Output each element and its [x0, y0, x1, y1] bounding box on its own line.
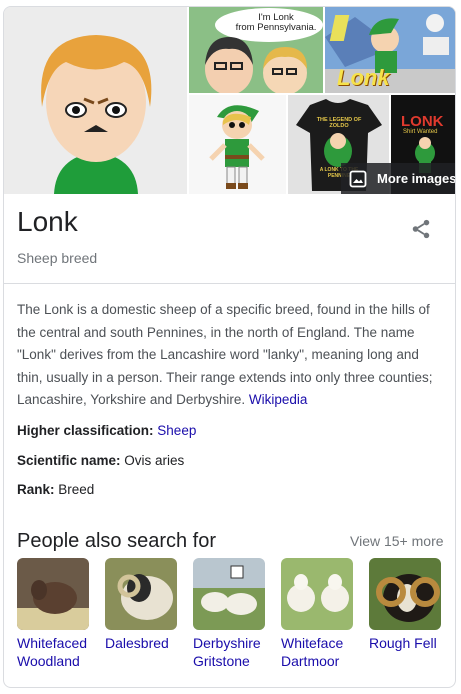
tshirt-text-top: THE LEGEND OF ZOLDO: [316, 117, 362, 129]
image-icon: [349, 170, 367, 187]
view-more-link[interactable]: View 15+ more: [350, 533, 444, 549]
comic-image[interactable]: I'm Lonk from Pennsylvania.: [189, 7, 323, 93]
entity-description: The Lonk is a domestic sheep of a specif…: [17, 299, 447, 412]
fact-value-link[interactable]: Sheep: [157, 423, 196, 438]
list-item-derbyshire-gritstone[interactable]: Derbyshire Gritstone: [193, 558, 267, 670]
label-line: Rough Fell: [369, 635, 437, 651]
share-icon[interactable]: [410, 218, 432, 240]
label-line: Dartmoor: [281, 653, 340, 669]
thumbnail-image: [369, 558, 441, 630]
fact-label: Higher classification:: [17, 423, 158, 438]
poster-subtitle: Shirt Wanted: [403, 129, 438, 135]
more-images-button[interactable]: More images: [341, 163, 456, 194]
fact-higher-classification: Higher classification: Sheep: [17, 423, 196, 438]
people-also-search-title: People also search for: [17, 530, 217, 552]
more-images-label: More images: [377, 171, 456, 186]
fact-value: Ovis aries: [124, 453, 185, 468]
list-item-whitefaced-woodland[interactable]: Whitefaced Woodland: [17, 558, 91, 670]
game-logo-text: Lonk: [337, 65, 390, 90]
people-also-search-list: Whitefaced Woodland Dalesbred Derbyshire…: [17, 558, 455, 670]
list-item-rough-fell[interactable]: Rough Fell: [369, 558, 443, 652]
comic-caption: I'm Lonk from Pennsylvania.: [235, 12, 317, 33]
main-image[interactable]: [4, 7, 187, 194]
image-strip: I'm Lonk from Pennsylvania. Lonk THE LEG…: [4, 7, 456, 194]
thumbnail-image: [281, 558, 353, 630]
thumbnail-image: [193, 558, 265, 630]
list-item-label: Rough Fell: [369, 634, 443, 652]
knowledge-panel: I'm Lonk from Pennsylvania. Lonk THE LEG…: [3, 6, 456, 688]
list-item-label: Whiteface Dartmoor: [281, 634, 355, 670]
fact-label: Rank:: [17, 482, 59, 497]
drawing-image[interactable]: [189, 95, 286, 194]
list-item-label: Derbyshire Gritstone: [193, 634, 267, 670]
list-item-label: Whitefaced Woodland: [17, 634, 91, 670]
fact-value: Breed: [58, 482, 95, 497]
wikipedia-link[interactable]: Wikipedia: [249, 392, 308, 407]
fact-rank: Rank: Breed: [17, 482, 94, 497]
list-item-label: Dalesbred: [105, 634, 179, 652]
description-text: The Lonk is a domestic sheep of a specif…: [17, 302, 433, 407]
label-line: Whitefaced: [17, 635, 88, 651]
label-line: Dalesbred: [105, 635, 169, 651]
label-line: Woodland: [17, 653, 80, 669]
list-item-dalesbred[interactable]: Dalesbred: [105, 558, 179, 652]
game-image[interactable]: Lonk: [325, 7, 455, 93]
fact-label: Scientific name:: [17, 453, 125, 468]
label-line: Derbyshire: [193, 635, 261, 651]
label-line: Whiteface: [281, 635, 344, 651]
entity-subtitle: Sheep breed: [17, 250, 98, 266]
thumbnail-image: [105, 558, 177, 630]
list-item-whiteface-dartmoor[interactable]: Whiteface Dartmoor: [281, 558, 355, 670]
entity-title: Lonk: [17, 206, 78, 237]
entity-header: Lonk Sheep breed: [4, 194, 455, 284]
thumbnail-image: [17, 558, 89, 630]
fact-scientific-name: Scientific name: Ovis aries: [17, 453, 184, 468]
poster-title: LONK: [401, 113, 444, 130]
label-line: Gritstone: [193, 653, 250, 669]
